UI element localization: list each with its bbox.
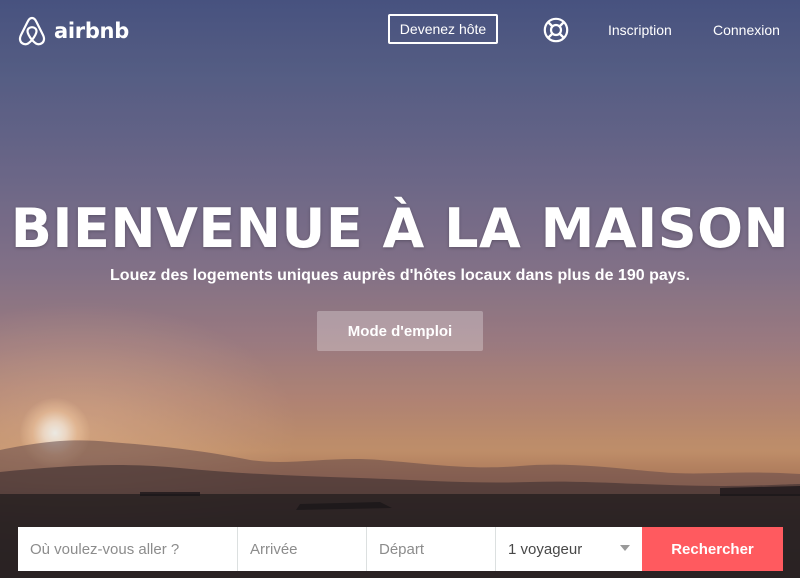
checkout-date-input[interactable]: Départ: [367, 527, 496, 571]
search-button[interactable]: Rechercher: [642, 527, 783, 571]
destination-input[interactable]: Où voulez-vous aller ?: [18, 527, 238, 571]
guests-select-value: 1 voyageur: [508, 540, 583, 558]
airbnb-belo-icon: [18, 16, 46, 46]
lifebuoy-icon[interactable]: [543, 17, 569, 43]
login-link[interactable]: Connexion: [713, 22, 780, 38]
signup-link[interactable]: Inscription: [608, 22, 672, 38]
hero-overlay: [0, 0, 800, 578]
airbnb-logo[interactable]: airbnb: [18, 16, 129, 46]
guests-select[interactable]: 1 voyageur: [496, 527, 642, 571]
brand-wordmark: airbnb: [54, 19, 129, 43]
hero-subtitle: Louez des logements uniques auprès d'hôt…: [110, 267, 690, 284]
how-it-works-button[interactable]: Mode d'emploi: [317, 311, 483, 351]
become-host-button[interactable]: Devenez hôte: [388, 14, 498, 44]
checkin-date-input[interactable]: Arrivée: [238, 527, 367, 571]
hero-title: BIENVENUE À LA MAISON: [10, 197, 790, 260]
caret-down-icon: [620, 545, 630, 551]
hero-background: [0, 0, 800, 578]
